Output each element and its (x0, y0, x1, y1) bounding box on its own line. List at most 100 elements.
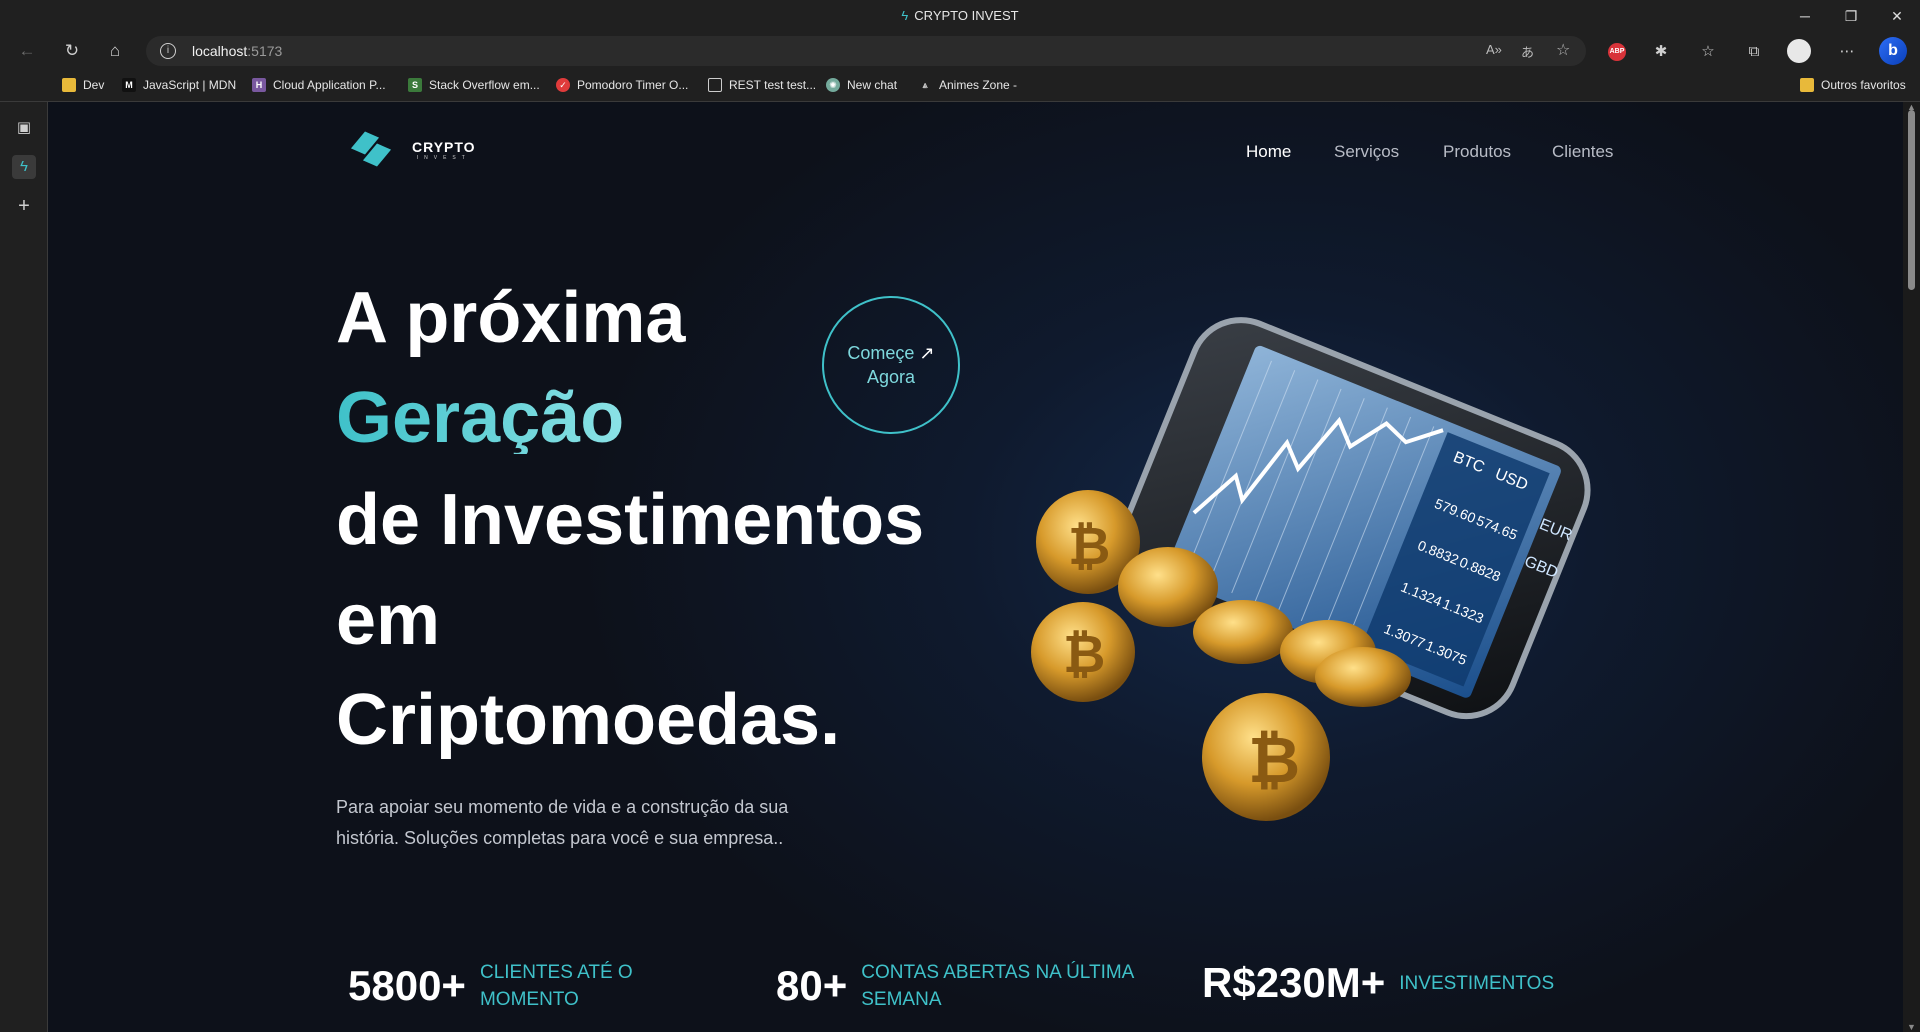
scrollbar-thumb[interactable] (1908, 110, 1915, 290)
page-icon (708, 78, 722, 92)
stat-label-line-2: MOMENTO (479, 989, 579, 1010)
hero-title-line-5: Criptomoedas. (336, 680, 841, 760)
bookmark-label: New chat (847, 78, 898, 92)
bookmark-label: Dev (83, 78, 105, 92)
tab-actions-icon[interactable]: ▣ (12, 116, 36, 140)
stat-label-line-1: CLIENTES ATÉ O (479, 962, 633, 983)
folder-icon (62, 78, 76, 92)
favorites-icon[interactable]: ☆ (1697, 41, 1719, 63)
stat-accounts: 80+ CONTAS ABERTAS NA ÚLTIMA SEMANA (776, 959, 1134, 1013)
stat-value: 80+ (776, 962, 848, 1009)
bookmark-label: Pomodoro Timer O... (577, 78, 689, 92)
stat-clients: 5800+ CLIENTES ATÉ O MOMENTO (348, 959, 633, 1013)
stat-value: R$230M+ (1202, 959, 1386, 1006)
stat-label-line-1: INVESTIMENTOS (1399, 972, 1555, 994)
stat-investments: R$230M+ INVESTIMENTOS (1202, 959, 1554, 1007)
active-tab-favicon[interactable]: ϟ (12, 155, 36, 179)
hero-lead-text: Para apoiar seu momento de vida e a cons… (336, 797, 789, 848)
read-aloud-icon[interactable]: A» (1486, 42, 1502, 57)
reload-button[interactable]: ↻ (58, 38, 86, 64)
logo-title: CRYPTO (412, 139, 476, 155)
stat-label: CLIENTES ATÉ O MOMENTO (480, 959, 633, 1013)
bookmark-other-favorites[interactable]: Outros favoritos (1800, 78, 1906, 92)
logo-wordmark: CRYPTO INVEST (412, 139, 476, 161)
logo-subtitle: INVEST (416, 155, 471, 161)
translate-icon[interactable]: あ (1521, 42, 1534, 61)
close-window-button[interactable]: ✕ (1874, 0, 1920, 32)
hero-title-line-1: A próxima (336, 278, 686, 358)
bolt-icon: ϟ (901, 8, 909, 23)
bookmark-dev[interactable]: Dev (62, 78, 104, 92)
site-logo[interactable]: CRYPTO INVEST (350, 131, 476, 168)
home-button[interactable]: ⌂ (101, 38, 129, 64)
mdn-icon: M (122, 78, 136, 92)
bookmark-label: Outros favoritos (1821, 78, 1906, 92)
bookmark-label: REST test test... (729, 78, 817, 92)
stat-label: INVESTIMENTOS (1399, 970, 1554, 997)
stat-label-line-1: CONTAS ABERTAS NA ÚLTIMA (861, 962, 1135, 983)
arrow-up-right-icon: ↗ (919, 342, 935, 363)
nav-home[interactable]: Home (1246, 142, 1291, 162)
hero-title-accent: Geração (336, 378, 625, 458)
bitcoin-symbol-icon: ₿ (1248, 724, 1300, 796)
restore-button[interactable]: ❐ (1828, 0, 1874, 32)
nav-servicos[interactable]: Serviços (1334, 142, 1399, 162)
bookmark-rest-test[interactable]: REST test test... (708, 78, 816, 92)
bookmark-label: Cloud Application P... (273, 78, 386, 92)
anime-icon: ⩓ (922, 80, 928, 90)
vertical-tabs-sidebar: ▣ ϟ + (0, 102, 48, 1032)
bitcoin-symbol-icon: ₿ (1068, 518, 1110, 576)
cta-line-1: Começe ↗ (847, 341, 934, 365)
page-viewport: CRYPTO INVEST Home Serviços Produtos Cli… (48, 102, 1903, 1032)
collections-icon[interactable]: ⧉ (1743, 41, 1765, 63)
address-bar[interactable]: i localhost:5173 A» あ ☆ (146, 36, 1586, 66)
extensions-icon[interactable]: ✱ (1650, 41, 1672, 63)
more-menu-icon[interactable]: ⋯ (1836, 41, 1858, 63)
get-started-button[interactable]: Começe ↗ Agora (822, 296, 960, 434)
crypto-wallet-illustration: BTC USD 579.60 574.65 0.8832 0.8828 1.13… (1031, 317, 1591, 821)
url-text: localhost:5173 (192, 43, 282, 59)
hero-title-line-4: em (336, 580, 441, 660)
bookmark-pomodoro[interactable]: ✓ Pomodoro Timer O... (556, 78, 688, 92)
bookmark-stackoverflow[interactable]: S Stack Overflow em... (408, 78, 540, 92)
hero-title-line-3: de Investimentos (336, 480, 925, 560)
logo-mark-icon (350, 131, 392, 168)
cta-text-1: Começe (847, 342, 915, 363)
cta-line-2: Agora (866, 367, 916, 387)
adblock-icon[interactable]: ABP (1608, 43, 1626, 61)
window-title-text: CRYPTO INVEST (914, 8, 1019, 23)
new-tab-icon[interactable]: + (12, 194, 36, 218)
folder-icon (1800, 78, 1814, 92)
site-info-icon[interactable]: i (160, 43, 176, 59)
bookmark-label: Animes Zone - (939, 78, 1018, 92)
bookmark-new-chat[interactable]: ✺ New chat (826, 78, 897, 92)
nav-clientes[interactable]: Clientes (1552, 142, 1613, 162)
browser-toolbar: ← ↻ ⌂ i localhost:5173 A» あ ☆ ABP ✱ ☆ ⧉ … (0, 32, 1920, 70)
url-host: localhost (192, 43, 248, 59)
bitcoin-coin-icon (1193, 600, 1293, 664)
nav-produtos[interactable]: Produtos (1443, 142, 1511, 162)
page-scrollbar[interactable]: ▲ ▼ (1903, 102, 1920, 1032)
bitcoin-symbol-icon: ₿ (1063, 626, 1105, 684)
window-titlebar: ϟ CRYPTO INVEST ─ ❐ ✕ (0, 0, 1920, 32)
bookmarks-bar: Dev M JavaScript | MDN H Cloud Application… (0, 70, 1920, 102)
stat-label-line-2: SEMANA (861, 989, 942, 1010)
profile-avatar[interactable] (1787, 39, 1811, 63)
scroll-down-icon[interactable]: ▼ (1907, 1022, 1916, 1032)
bookmark-animes-zone[interactable]: ⩓ Animes Zone - (918, 78, 1017, 92)
bitcoin-coin-icon (1315, 647, 1411, 707)
minimize-button[interactable]: ─ (1782, 0, 1828, 32)
bookmark-mdn[interactable]: M JavaScript | MDN (122, 78, 236, 92)
pomodoro-icon: ✓ (556, 78, 570, 92)
bookmark-label: JavaScript | MDN (143, 78, 237, 92)
heroku-icon: H (252, 78, 266, 92)
window-title: ϟ CRYPTO INVEST (0, 8, 1920, 23)
url-port: :5173 (247, 43, 283, 59)
bookmark-heroku[interactable]: H Cloud Application P... (252, 78, 386, 92)
bing-chat-icon[interactable]: b (1879, 37, 1907, 65)
stat-value: 5800+ (348, 962, 466, 1009)
favorite-star-icon[interactable]: ☆ (1556, 40, 1570, 60)
stat-label: CONTAS ABERTAS NA ÚLTIMA SEMANA (861, 959, 1134, 1013)
bookmark-label: Stack Overflow em... (429, 78, 540, 92)
back-button[interactable]: ← (13, 38, 41, 64)
